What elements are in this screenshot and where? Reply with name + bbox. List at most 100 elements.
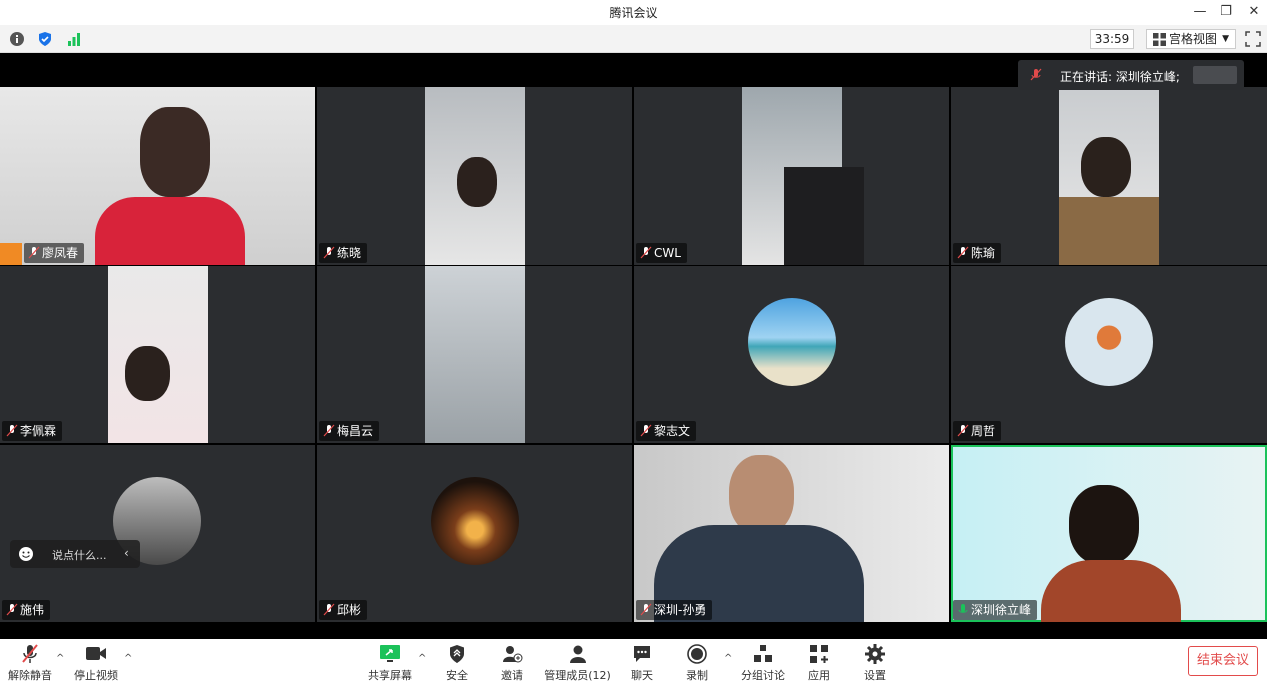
- participant-name-label: 廖凤春: [24, 243, 85, 263]
- participant-name-label: 黎志文: [636, 421, 697, 441]
- chat-placeholder[interactable]: 说点什么...: [52, 547, 107, 563]
- video-tile-1[interactable]: 廖凤春: [0, 87, 315, 265]
- chevron-down-icon: ▼: [1222, 34, 1229, 44]
- mic-muted-icon: [6, 603, 18, 616]
- apps-button[interactable]: 应用: [789, 641, 849, 682]
- emoji-icon[interactable]: [18, 546, 34, 562]
- shield-icon[interactable]: [37, 31, 53, 47]
- host-icon: [0, 243, 22, 265]
- stop-video-button[interactable]: 停止视频: [66, 641, 126, 682]
- mic-active-icon: [958, 604, 968, 613]
- person-body: [1059, 197, 1159, 265]
- mic-muted-icon: [640, 424, 652, 437]
- video-tile-11[interactable]: 深圳-孙勇: [634, 445, 949, 622]
- video-tile-4[interactable]: 陈瑜: [951, 87, 1267, 265]
- avatar: [1065, 298, 1153, 386]
- view-mode-label: 宫格视图: [1169, 32, 1218, 46]
- speaking-indicator: 正在讲话: 深圳徐立峰;: [1018, 60, 1244, 90]
- chat-quick-input[interactable]: 说点什么... ‹: [10, 540, 140, 568]
- video-tile-8[interactable]: 周哲: [951, 266, 1267, 443]
- share-screen-button[interactable]: 共享屏幕: [360, 641, 420, 682]
- signal-icon[interactable]: [66, 31, 82, 47]
- members-icon: [569, 645, 586, 663]
- add-user-icon: [503, 646, 523, 663]
- meeting-timer: 33:59: [1090, 29, 1134, 49]
- mic-muted-icon: [6, 424, 18, 437]
- security-button[interactable]: 安全: [427, 641, 487, 682]
- settings-button[interactable]: 设置: [845, 641, 905, 682]
- person-silhouette: [140, 107, 210, 197]
- participant-name-label: 练晓: [319, 243, 368, 263]
- participant-name-label: 梅昌云: [319, 421, 380, 441]
- person-silhouette: [125, 346, 170, 401]
- speaker-thumbnail: [1193, 66, 1237, 84]
- record-button[interactable]: 录制: [667, 641, 727, 682]
- video-tile-6[interactable]: 梅昌云: [317, 266, 632, 443]
- participant-name-label: 陈瑜: [953, 243, 1002, 263]
- video-tile-12[interactable]: 深圳徐立峰: [951, 445, 1267, 622]
- control-bar: 解除静音 ^ 停止视频 ^ 共享屏幕 ^ 安全 邀请 管理成员(12) 聊天 录…: [0, 639, 1267, 683]
- avatar: [431, 477, 519, 565]
- video-tile-3[interactable]: CWL: [634, 87, 949, 265]
- person-body: [1041, 560, 1181, 622]
- fullscreen-icon[interactable]: [1245, 31, 1261, 47]
- person-silhouette: [1081, 137, 1131, 197]
- view-mode-button[interactable]: 宫格视图 ▼: [1146, 29, 1236, 49]
- mic-muted-icon: [957, 424, 969, 437]
- close-icon[interactable]: ✕: [1244, 2, 1264, 22]
- shield-icon: [450, 645, 464, 663]
- video-tile-5[interactable]: 李佩霖: [0, 266, 315, 443]
- grid-icon: [1153, 33, 1166, 46]
- chevron-up-icon[interactable]: ^: [124, 653, 132, 664]
- participant-name-label: 施伟: [2, 600, 51, 620]
- speaking-label: 正在讲话: 深圳徐立峰;: [1060, 70, 1180, 84]
- person-silhouette: [784, 167, 864, 265]
- person-silhouette: [457, 157, 497, 207]
- video-tile-10[interactable]: 邱彬: [317, 445, 632, 622]
- person-silhouette: [1069, 485, 1139, 565]
- apps-icon: [810, 645, 828, 663]
- mic-muted-icon: [957, 246, 969, 259]
- mic-muted-icon: [28, 246, 40, 259]
- participant-name-label: CWL: [636, 243, 687, 263]
- mic-muted-icon: [640, 603, 652, 616]
- invite-button[interactable]: 邀请: [482, 641, 542, 682]
- chat-button[interactable]: 聊天: [612, 641, 672, 682]
- mic-muted-icon: [22, 644, 38, 663]
- video-tile-2[interactable]: 练晓: [317, 87, 632, 265]
- camera-icon: [86, 647, 106, 660]
- breakout-rooms-button[interactable]: 分组讨论: [733, 641, 793, 682]
- avatar: [748, 298, 836, 386]
- mic-muted-icon: [323, 603, 335, 616]
- restore-icon[interactable]: ❐: [1216, 2, 1236, 22]
- participant-name-label: 周哲: [953, 421, 1002, 441]
- video-tile-9[interactable]: 施伟: [0, 445, 315, 622]
- meeting-toolbar: 33:59 宫格视图 ▼: [0, 25, 1267, 53]
- participant-name-label: 李佩霖: [2, 421, 63, 441]
- end-meeting-button[interactable]: 结束会议: [1188, 646, 1258, 676]
- window-title: 腾讯会议: [609, 6, 658, 20]
- participant-name-label: 深圳徐立峰: [953, 600, 1038, 620]
- chat-icon: [634, 646, 650, 662]
- title-bar: 腾讯会议 — ❐ ✕: [0, 0, 1267, 25]
- mic-muted-icon: [640, 246, 652, 259]
- participant-name-label: 深圳-孙勇: [636, 600, 713, 620]
- video-tile-7[interactable]: 黎志文: [634, 266, 949, 443]
- info-icon[interactable]: [9, 31, 25, 47]
- participant-name-label: 邱彬: [319, 600, 368, 620]
- manage-members-button[interactable]: 管理成员(12): [540, 641, 615, 682]
- mic-muted-icon: [323, 246, 335, 259]
- person-body: [95, 197, 245, 265]
- share-screen-icon: [380, 645, 400, 662]
- chevron-up-icon[interactable]: ^: [418, 653, 426, 664]
- person-silhouette: [729, 455, 794, 535]
- gear-icon: [865, 644, 885, 664]
- chevron-up-icon[interactable]: ^: [724, 653, 732, 664]
- chevron-left-icon[interactable]: ‹: [124, 546, 129, 560]
- record-icon: [687, 644, 707, 664]
- video-feed: [425, 266, 525, 443]
- chevron-up-icon[interactable]: ^: [56, 653, 64, 664]
- unmute-button[interactable]: 解除静音: [0, 641, 60, 682]
- breakout-icon: [754, 645, 772, 662]
- minimize-icon[interactable]: —: [1190, 2, 1210, 22]
